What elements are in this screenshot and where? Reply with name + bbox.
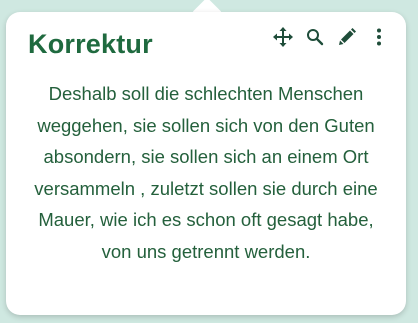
search-icon (307, 29, 324, 46)
pencil-icon (339, 28, 356, 45)
move-icon (273, 27, 293, 47)
card-title: Korrektur (28, 29, 153, 59)
card-header: Korrektur (6, 12, 406, 74)
card-toolbar (272, 26, 390, 48)
move-button[interactable] (272, 26, 294, 48)
correction-text: Deshalb soll die schlechten Menschen weg… (34, 83, 378, 262)
more-vertical-icon (377, 28, 381, 46)
edit-button[interactable] (336, 26, 358, 48)
more-button[interactable] (368, 26, 390, 48)
correction-card: Korrektur Deshalb soll die schlechten Me… (6, 12, 406, 315)
search-button[interactable] (304, 26, 326, 48)
